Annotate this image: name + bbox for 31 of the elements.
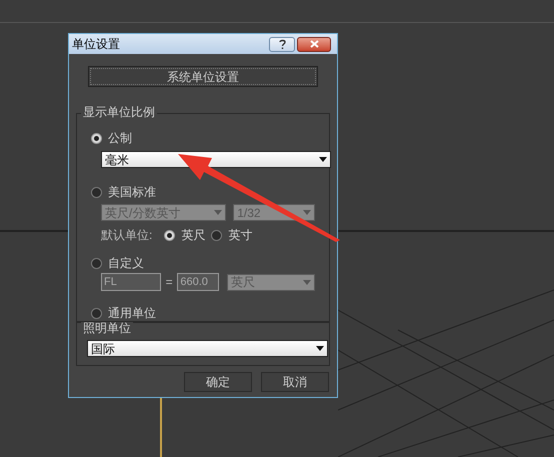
radio-label: 自定义 — [108, 257, 144, 269]
question-mark-icon — [278, 39, 286, 49]
radio-button[interactable] — [91, 258, 102, 268]
radio-button[interactable] — [91, 186, 102, 198]
radio-button[interactable] — [91, 308, 102, 318]
dialog-button[interactable]: 确定 — [184, 372, 252, 392]
default-unit-label: 默认单位: — [101, 229, 152, 241]
radio-button[interactable] — [164, 230, 176, 240]
radio-button[interactable] — [211, 230, 222, 240]
window-title: 单位设置 — [72, 36, 120, 53]
caret-icon — [303, 210, 311, 215]
group-title: 显示单位比例 — [81, 106, 157, 118]
caret-icon — [303, 280, 312, 284]
caret-icon — [319, 157, 327, 162]
radio-button[interactable] — [91, 132, 102, 144]
radio-label: 公制 — [108, 132, 132, 144]
system-units-button[interactable]: 系统单位设置 — [88, 66, 318, 87]
radio-label: 英寸 — [228, 229, 252, 241]
caret-icon — [316, 346, 324, 351]
caret-icon — [214, 210, 222, 215]
help-button[interactable] — [269, 36, 295, 52]
radio-label: 英尺 — [181, 229, 206, 241]
close-button[interactable] — [297, 36, 331, 52]
group-title: 照明单位 — [81, 322, 133, 334]
equals-sign: = — [164, 274, 174, 291]
dialog-button[interactable]: 取消 — [261, 372, 329, 392]
radio-label: 通用单位 — [108, 307, 156, 319]
close-icon — [310, 40, 318, 48]
radio-label: 美国标准 — [108, 186, 156, 198]
dropdown[interactable]: 毫米 — [101, 151, 331, 168]
dropdown[interactable]: 国际 — [87, 340, 328, 357]
